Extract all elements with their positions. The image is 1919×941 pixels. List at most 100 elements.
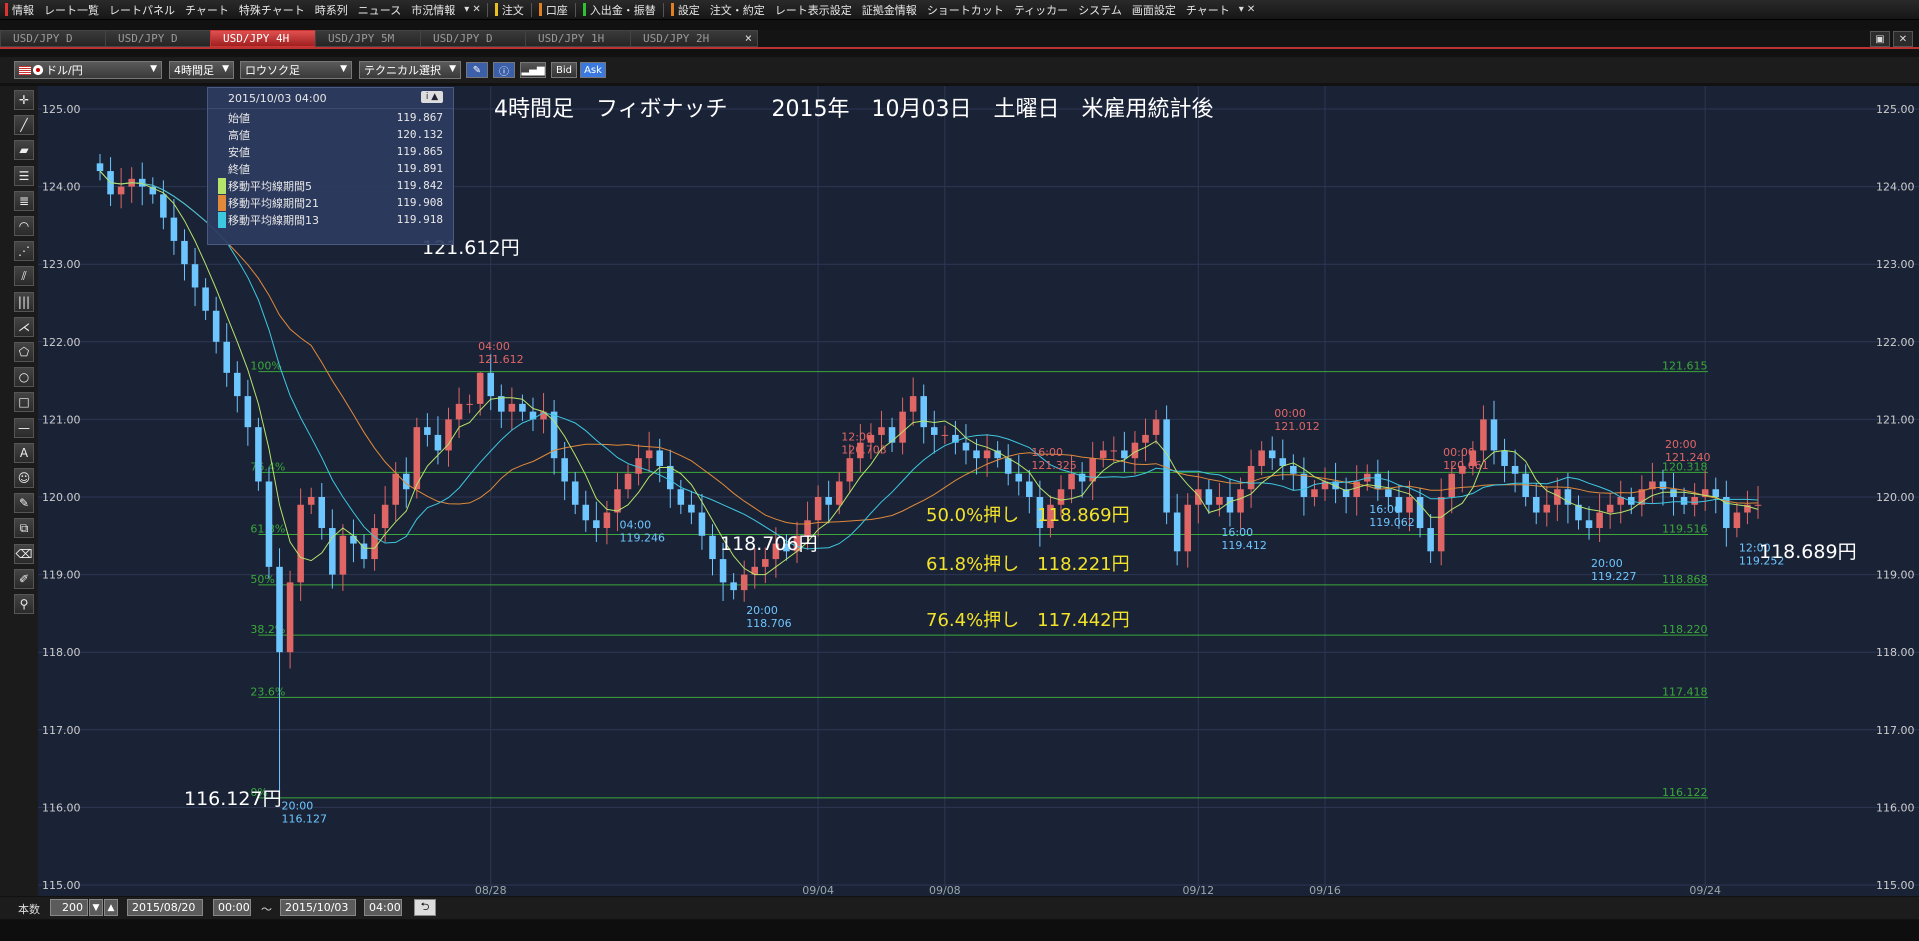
fib-price-label: 118.868 [1662, 573, 1708, 586]
chart-style-select[interactable]: ロウソク足 ▼ [240, 61, 352, 79]
candle-body [614, 489, 621, 513]
text-icon[interactable]: A [14, 442, 34, 463]
candle-body [1279, 458, 1287, 466]
y-tick-label-left: 123.00 [42, 258, 81, 271]
count-down-icon[interactable]: ▼ [89, 899, 103, 916]
timeframe-select[interactable]: 4時間足 ▼ [169, 61, 234, 79]
vlines-icon[interactable]: ||| [14, 291, 34, 312]
menu-item-label: 画面設定 [1131, 3, 1176, 17]
fib-arc-icon[interactable]: ◠ [14, 216, 34, 236]
candle-body [931, 427, 938, 435]
brush-icon[interactable]: ✎ [14, 493, 34, 514]
chevron-down-icon: ▼ [150, 64, 157, 74]
count-up-icon[interactable]: ▲ [104, 899, 118, 916]
menu-item-14[interactable]: 証拠金情報 [857, 0, 922, 19]
pentagon-icon[interactable]: ⬠ [14, 342, 34, 362]
ask-button[interactable]: Ask [580, 62, 606, 78]
technical-select[interactable]: テクニカル選択 ▼ [359, 61, 461, 79]
magnet-icon[interactable]: ⚲ [14, 594, 34, 614]
candle-body [445, 419, 452, 451]
hline-icon[interactable]: — [14, 417, 34, 438]
menu-separator [662, 2, 664, 17]
info-collapse-icon[interactable]: i ▲ [421, 91, 443, 103]
menu-item-6[interactable]: ニュース [353, 0, 406, 19]
candle-body [181, 240, 188, 265]
candle-body [1501, 450, 1508, 466]
menu-item-5[interactable]: 時系列 [310, 0, 353, 19]
fib-line-icon[interactable]: ⫽ [14, 266, 34, 287]
tab-6[interactable]: USD/JPY 2H × [630, 30, 758, 47]
refresh-icon[interactable]: ⮌ [414, 899, 436, 916]
rect-icon[interactable]: □ [14, 392, 34, 413]
menu-item-9[interactable]: 口座 [534, 0, 573, 19]
tab-close-icon[interactable]: × [745, 31, 752, 45]
erase-icon[interactable]: ⌫ [14, 543, 34, 564]
menu-item-8[interactable]: 注文 [490, 0, 529, 19]
pitchfork-icon[interactable]: ⋰ [14, 241, 34, 262]
bid-button[interactable]: Bid [551, 62, 577, 78]
y-tick-label-right: 116.00 [1876, 801, 1915, 814]
hlines-icon[interactable]: ☰ [14, 165, 34, 186]
menu-item-1[interactable]: レート一覧 [39, 0, 104, 19]
candle-body [244, 396, 252, 428]
copy-icon[interactable]: ⧉ [14, 518, 34, 539]
tab-label: USD/JPY D [433, 32, 493, 45]
candle-body [487, 372, 495, 397]
ruler-icon[interactable]: ▰ [14, 140, 34, 161]
emoji-icon[interactable]: ☺ [14, 468, 34, 488]
menu-item-4[interactable]: 特殊チャート [234, 0, 310, 19]
candle-body [434, 434, 442, 451]
count-input[interactable]: 200 [50, 899, 88, 916]
from-date-input[interactable]: 2015/08/20 [127, 899, 203, 916]
to-date-input[interactable]: 2015/10/03 [280, 899, 356, 916]
menu-item-label: ティッカー [1013, 3, 1069, 17]
fan-icon[interactable]: ⋌ [14, 316, 34, 337]
candle-body [1026, 481, 1033, 497]
annotation-time: 00:00 [1443, 446, 1475, 459]
menu-item-12[interactable]: 注文・約定 [705, 0, 770, 19]
restore-icon[interactable]: ▣ [1870, 31, 1890, 47]
menu-item-0[interactable]: 情報 [0, 0, 39, 19]
cursor-icon[interactable]: ✛ [14, 90, 34, 110]
menu-item-label: 入出金・振替 [589, 3, 656, 17]
menu-dropdown-close-icon[interactable]: ▾ ✕ [460, 4, 485, 15]
candle-body [666, 465, 674, 490]
menu-item-11[interactable]: 設定 [666, 0, 705, 19]
menu-item-label: レート一覧 [44, 3, 99, 17]
candle-body [1205, 489, 1213, 505]
menu-item-18[interactable]: 画面設定 [1127, 0, 1181, 19]
circle-icon[interactable]: ○ [14, 367, 34, 388]
channel-icon[interactable]: ≣ [14, 190, 34, 211]
info-icon[interactable]: ⓘ [493, 62, 515, 78]
candle-body [1691, 497, 1698, 505]
menu-item-label: 市況情報 [411, 3, 456, 17]
close-icon[interactable]: ✕ [1893, 31, 1913, 47]
menu-item-10[interactable]: 入出金・振替 [578, 0, 661, 19]
eraser-icon[interactable]: ✐ [14, 568, 34, 589]
annotation-price: 121.240 [1665, 451, 1711, 464]
currency-pair-select[interactable]: ドル/円 ▼ [14, 61, 162, 79]
menu-item-19[interactable]: チャート [1181, 0, 1235, 19]
info-row-label: 高値 [228, 128, 250, 142]
info-row-label: 移動平均線期間13 [218, 211, 319, 228]
info-row: 移動平均線期間21 119.908 [208, 194, 453, 211]
volume-icon[interactable]: ▂▄▆ [520, 62, 546, 78]
fib-pct-label: 23.6% [250, 685, 285, 698]
y-tick-label-left: 124.00 [42, 181, 81, 194]
pencil-icon[interactable]: ✎ [466, 62, 488, 78]
annotation-price: 119.246 [619, 531, 665, 544]
menu-item-3[interactable]: チャート [180, 0, 234, 19]
menu-item-7[interactable]: 市況情報 [406, 0, 460, 19]
line-icon[interactable]: ╱ [14, 115, 34, 136]
menu-item-17[interactable]: システム [1073, 0, 1127, 19]
menu-item-13[interactable]: レート表示設定 [770, 0, 857, 19]
menu-item-15[interactable]: ショートカット [922, 0, 1009, 19]
to-time-input[interactable]: 04:00 [364, 899, 402, 916]
swing-high-time: 04:00 [478, 340, 510, 353]
candle-body [476, 372, 484, 404]
menu-item-16[interactable]: ティッカー [1009, 0, 1073, 19]
menu-item-2[interactable]: レートパネル [104, 0, 180, 19]
from-time-input[interactable]: 00:00 [213, 899, 251, 916]
menu-item-label: 時系列 [314, 3, 348, 17]
menu-dropdown-close-icon[interactable]: ▾ ✕ [1235, 4, 1260, 15]
